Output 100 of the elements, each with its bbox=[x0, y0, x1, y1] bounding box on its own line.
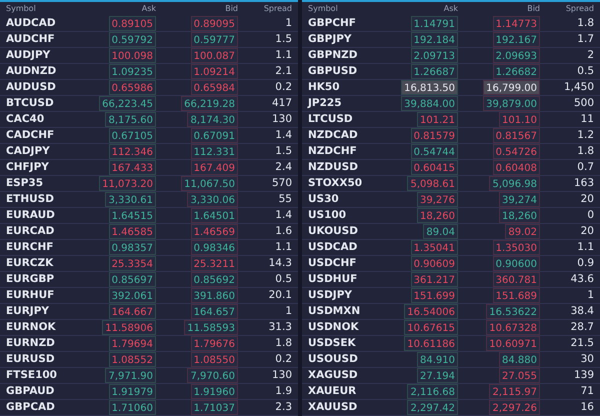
ask-price: 16,813.50 bbox=[401, 80, 458, 96]
ask-price: 18,260 bbox=[417, 208, 458, 224]
symbol-text: NZDCAD bbox=[308, 128, 359, 143]
spread-text: 55 bbox=[278, 192, 292, 207]
symbol-text: AUDNZD bbox=[6, 64, 58, 79]
spread-text: 20 bbox=[580, 192, 594, 207]
bid-price: 1.64501 bbox=[190, 208, 238, 224]
spread-text: 14.3 bbox=[268, 256, 292, 271]
bid-price: 0.81567 bbox=[492, 128, 540, 144]
ask-price: 11,073.20 bbox=[99, 176, 156, 192]
bid-price: 0.60408 bbox=[492, 160, 540, 176]
symbol-text: NZDCHF bbox=[308, 144, 358, 159]
symbol-text: USDNOK bbox=[308, 320, 360, 335]
spread-text: 1,450 bbox=[564, 80, 594, 95]
symbol-text: EURGBP bbox=[6, 272, 56, 287]
symbol-text: CAC40 bbox=[6, 112, 46, 127]
bid-price: 0.67091 bbox=[190, 128, 238, 144]
ask-price: 2,297.42 bbox=[407, 400, 458, 416]
bid-price: 0.98346 bbox=[190, 240, 238, 256]
spread-text: 570 bbox=[272, 176, 292, 191]
spread-text: 417 bbox=[272, 96, 292, 111]
bid-price: 100.087 bbox=[190, 48, 238, 64]
bid-price: 0.59777 bbox=[190, 32, 238, 48]
ask-price: 8,175.60 bbox=[105, 112, 156, 128]
symbol-text: CADJPY bbox=[6, 144, 51, 159]
ask-price: 7,971.90 bbox=[105, 368, 156, 384]
bid-price: 84.880 bbox=[499, 352, 540, 368]
spread-text: 1.5 bbox=[275, 32, 292, 47]
spread-text: 31.3 bbox=[268, 320, 292, 335]
bid-price: 167.409 bbox=[190, 160, 238, 176]
ask-price: 1.08552 bbox=[108, 352, 156, 368]
bid-price: 2,297.26 bbox=[489, 400, 540, 416]
bid-price: 27.055 bbox=[499, 368, 540, 384]
bid-price: 39,879.00 bbox=[483, 96, 540, 112]
spread-text: 21.5 bbox=[570, 336, 594, 351]
spread-text: 2.3 bbox=[275, 400, 292, 415]
bid-price: 112.331 bbox=[190, 144, 238, 160]
bid-price: 7,970.60 bbox=[187, 368, 238, 384]
bid-price: 89.02 bbox=[505, 224, 540, 240]
spread-text: 0.2 bbox=[275, 80, 292, 95]
spread-text: 16 bbox=[580, 400, 594, 415]
symbol-text: USOUSD bbox=[308, 352, 359, 367]
bid-price: 0.54726 bbox=[492, 144, 540, 160]
spread-text: 130 bbox=[272, 112, 292, 127]
symbol-text: GBPCAD bbox=[6, 400, 56, 415]
ask-price: 1.35041 bbox=[410, 240, 458, 256]
spread-text: 1 bbox=[285, 16, 292, 31]
spread-text: 1.9 bbox=[275, 384, 292, 399]
spread-text: 2.1 bbox=[275, 64, 292, 79]
symbol-text: USDJPY bbox=[308, 288, 354, 303]
symbol-text: JP225 bbox=[308, 96, 343, 111]
spread-text: 1.2 bbox=[577, 128, 594, 143]
symbol-text: FTSE100 bbox=[6, 368, 58, 383]
symbol-text: LTCUSD bbox=[308, 112, 354, 127]
ask-price: 1.91979 bbox=[108, 384, 156, 400]
bid-price: 0.90600 bbox=[492, 256, 540, 272]
symbol-text: EURAUD bbox=[6, 208, 56, 223]
spread-text: 0.5 bbox=[577, 64, 594, 79]
ask-price: 3,330.61 bbox=[105, 192, 156, 208]
symbol-text: XAGUSD bbox=[308, 368, 359, 383]
symbol-text: STOXX50 bbox=[308, 176, 364, 191]
ask-price: 27.194 bbox=[417, 368, 458, 384]
ask-price: 1.14791 bbox=[410, 16, 458, 32]
symbol-text: EURNOK bbox=[6, 320, 57, 335]
symbol-text: USDHUF bbox=[308, 272, 358, 287]
bid-price: 11,067.50 bbox=[181, 176, 238, 192]
symbol-text: AUDJPY bbox=[6, 48, 52, 63]
spread-text: 163 bbox=[574, 176, 594, 191]
symbol-text: EURCZK bbox=[6, 256, 54, 271]
bid-price: 3,330.06 bbox=[187, 192, 238, 208]
bid-price: 0.65984 bbox=[190, 80, 238, 96]
symbol-text: CADCHF bbox=[6, 128, 56, 143]
symbol-text: HK50 bbox=[308, 80, 341, 95]
bid-price: 1.91960 bbox=[190, 384, 238, 400]
ask-price: 5,098.61 bbox=[407, 176, 458, 192]
spread-text: 1 bbox=[285, 304, 292, 319]
symbol-text: EURHUF bbox=[6, 288, 56, 303]
bid-price: 16,799.00 bbox=[483, 80, 540, 96]
ask-price: 0.54744 bbox=[410, 144, 458, 160]
ask-price: 0.98357 bbox=[108, 240, 156, 256]
symbol-text: EURCHF bbox=[6, 240, 54, 255]
ask-price: 89.04 bbox=[423, 224, 458, 240]
symbol-text: EURUSD bbox=[6, 352, 56, 367]
ask-price: 16.54006 bbox=[404, 304, 458, 320]
ask-price: 10.67615 bbox=[404, 320, 458, 336]
spread-text: 20.1 bbox=[268, 288, 292, 303]
ask-price: 1.46585 bbox=[108, 224, 156, 240]
spread-text: 500 bbox=[574, 96, 594, 111]
symbol-text: AUDCHF bbox=[6, 32, 56, 47]
symbol-text: GBPCHF bbox=[308, 16, 357, 31]
ask-price: 1.79694 bbox=[108, 336, 156, 352]
spread-text: 71 bbox=[580, 384, 594, 399]
symbol-text: EURNZD bbox=[6, 336, 56, 351]
ask-price: 100.098 bbox=[108, 48, 156, 64]
symbol-text: EURCAD bbox=[6, 224, 56, 239]
spread-text: 0.7 bbox=[577, 160, 594, 175]
ask-price: 84.910 bbox=[417, 352, 458, 368]
column-header: Bid bbox=[527, 3, 540, 15]
bid-price: 1.09214 bbox=[190, 64, 238, 80]
ask-price: 392.061 bbox=[108, 288, 156, 304]
